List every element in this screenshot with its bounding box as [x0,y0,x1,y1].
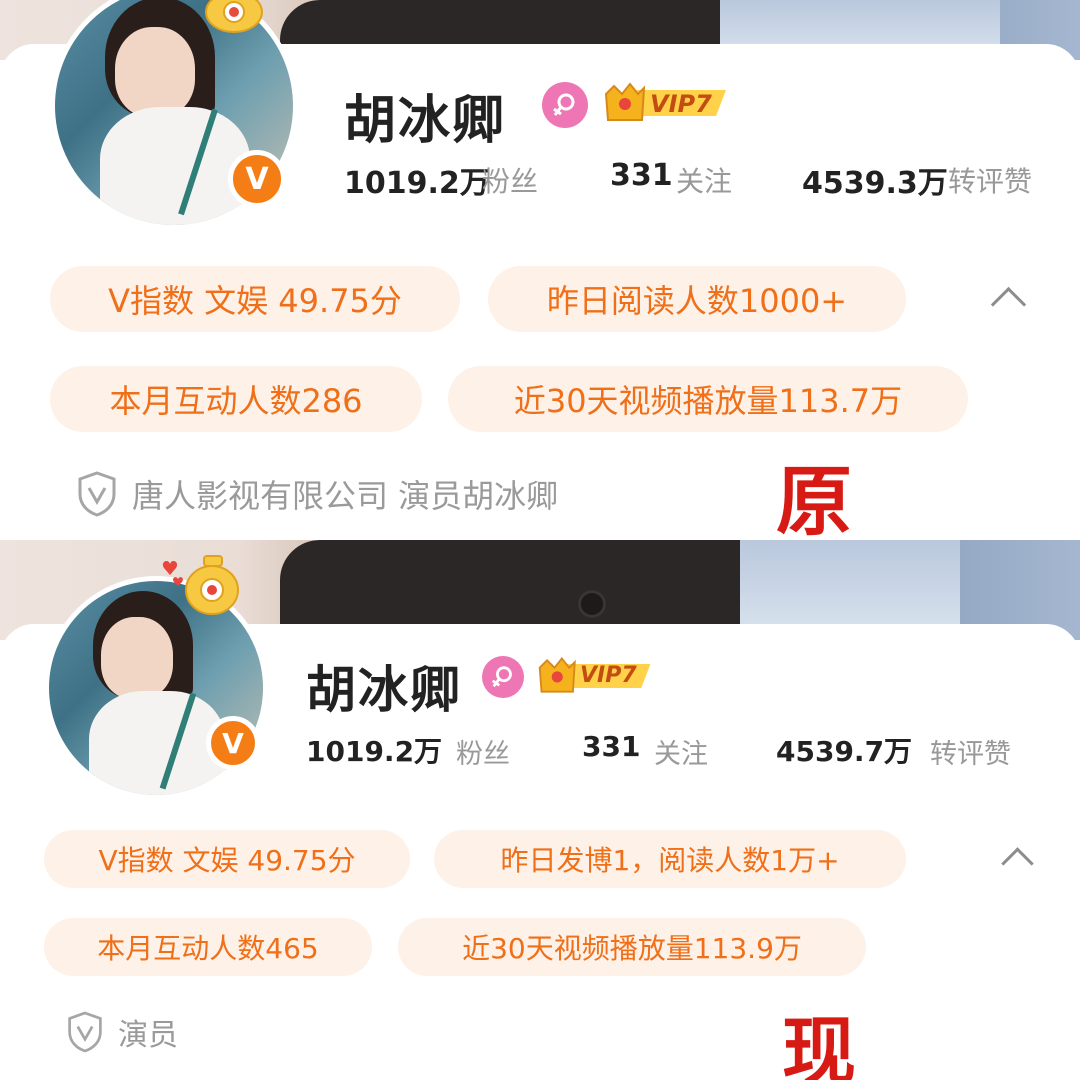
vip-badge[interactable]: VIP7 [536,654,656,698]
female-icon [482,656,524,698]
chip-video-views[interactable]: 近30天视频播放量113.7万 [448,366,968,432]
profile-panel-current: V 胡冰卿 VIP7 1019.2万 粉丝 331 关注 4539.7万 转评赞… [0,540,1080,1080]
certification-text: 演员 [118,1018,178,1053]
verified-v-icon: V [206,716,260,770]
avatar-pendant-icon [196,0,266,36]
chip-v-index[interactable]: V指数 文娱 49.75分 [50,266,460,332]
shield-v-icon [68,1011,102,1053]
chip-reads-yesterday[interactable]: 昨日阅读人数1000+ [488,266,906,332]
vip-badge[interactable]: VIP7 [602,80,732,126]
vip-level: VIP7 [650,90,712,118]
chip-monthly-interactions[interactable]: 本月互动人数465 [44,918,372,976]
profile-name: 胡冰卿 [344,91,507,151]
certification: 演员 [66,1010,178,1054]
chip-reads-yesterday[interactable]: 昨日发博1，阅读人数1万+ [434,830,906,888]
profile-name: 胡冰卿 [306,661,462,719]
shield-v-icon [78,471,116,517]
certification-text: 唐人影视有限公司 演员胡冰卿 [132,477,559,515]
female-icon [542,82,588,128]
profile-panel-original: V 胡冰卿 VIP7 1019.2万 粉丝 331 关注 4539.3万 转评赞… [0,0,1080,540]
avatar-pendant-icon [154,548,242,620]
certification: 唐人影视有限公司 演员胡冰卿 [76,470,558,518]
chip-v-index[interactable]: V指数 文娱 49.75分 [44,830,410,888]
chip-monthly-interactions[interactable]: 本月互动人数286 [50,366,422,432]
verified-v-icon: V [228,150,286,208]
label-current: 现 [782,1009,856,1080]
chip-video-views[interactable]: 近30天视频播放量113.9万 [398,918,866,976]
vip-level: VIP7 [580,663,637,688]
label-original: 原 [776,457,852,540]
